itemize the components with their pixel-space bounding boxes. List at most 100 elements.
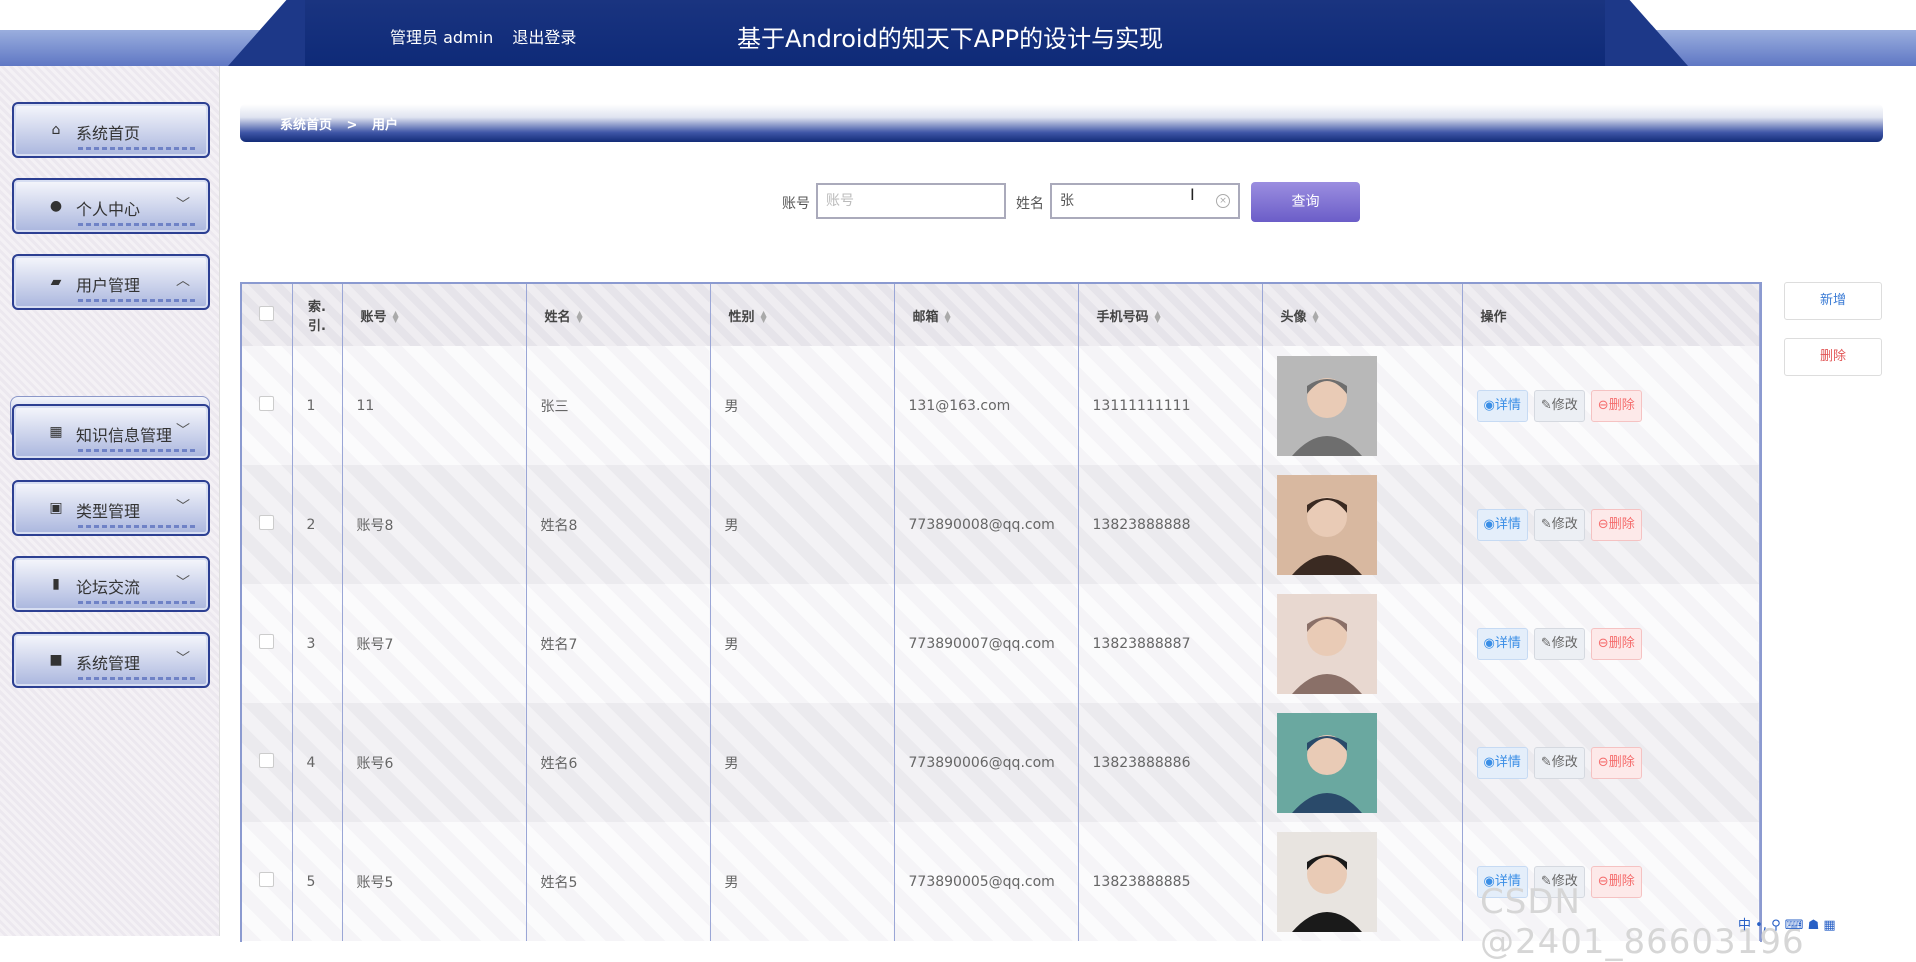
ime-tray: 中 •, ⚲ ⌨ ☗ ▦ [1738,918,1836,933]
detail-button[interactable]: ◉详情 [1476,508,1528,541]
sidebar: ⌂ 系统首页 ● 个人中心 ﹀ ▰ 用户管理 ︿ 用户 ▦ 知识信息管理 ﹀ ▣… [0,66,220,936]
actions-header-label: 操作 [1480,309,1507,325]
delete-button[interactable]: ⊖删除 [1590,746,1642,779]
sort-icon[interactable]: ▲ ▼ [945,310,951,324]
account-search-input[interactable]: 账号 [816,183,1006,219]
delete-button[interactable]: ⊖删除 [1590,627,1642,660]
name-cell: 张三 [526,346,711,465]
sidebar-item-label: 系统管理 [76,654,141,673]
table-row: 1 11 张三男 131@163.com 13111111111 ◉详情 ✎修改 ⊖删除 [242,346,1760,465]
avatar-cell [1262,346,1463,465]
chevron-down-icon: ﹀ [176,651,190,667]
batch-delete-button[interactable]: 删除 [1784,338,1882,376]
avatar-cell [1262,703,1463,822]
clear-icon[interactable]: × [1216,194,1230,208]
breadcrumb-home[interactable]: 系统首页 [280,118,332,133]
text-cursor-icon: I [1190,185,1195,204]
sort-icon[interactable]: ▲ ▼ [761,310,767,324]
edit-label: 修改 [1551,397,1578,413]
menu-decoration [78,601,198,604]
delete-label: 删除 [1608,397,1635,413]
delete-button[interactable]: ⊖删除 [1590,389,1642,422]
avatar-image [1276,593,1377,694]
sort-icon[interactable]: ▲ ▼ [393,310,399,324]
detail-button[interactable]: ◉详情 [1476,627,1528,660]
account-header-label: 账号 [360,309,387,325]
row-select-cell [242,703,293,822]
detail-button[interactable]: ◉详情 [1476,389,1528,422]
row-checkbox[interactable] [259,634,275,649]
email-header[interactable]: 邮箱 ▲ ▼ [894,284,1079,346]
sidebar-item-knowledge-management[interactable]: ▦ 知识信息管理 ﹀ [12,404,210,460]
phone-cell: 13823888886 [1078,703,1263,822]
edit-button[interactable]: ✎修改 [1533,389,1585,422]
actions-cell: ◉详情 ✎修改 ⊖删除 [1462,703,1760,822]
edit-button[interactable]: ✎修改 [1533,746,1585,779]
sidebar-item-personal-center[interactable]: ● 个人中心 ﹀ [12,178,210,234]
gender-cell: 男 [710,346,895,465]
chevron-down-icon: ﹀ [176,197,190,213]
sort-icon[interactable]: ▲ ▼ [1313,310,1319,324]
csdn-watermark: CSDN @2401_86603196 [1480,882,1805,962]
account-cell: 账号8 [342,465,527,584]
gender-header-label: 性别 [728,309,755,325]
name-search-input[interactable]: 张 × [1050,183,1240,219]
index-header-line2: 引. [308,319,326,334]
sidebar-item-user-management[interactable]: ▰ 用户管理 ︿ [12,254,210,310]
sidebar-item-system-management[interactable]: ■ 系统管理 ﹀ [12,632,210,688]
breadcrumb-separator: > [346,118,358,133]
delete-button[interactable]: ⊖删除 [1590,508,1642,541]
avatar-header-label: 头像 [1280,309,1307,325]
email-cell: 773890005@qq.com [894,822,1079,941]
avatar-image [1276,831,1377,932]
sidebar-item-label: 用户管理 [76,276,141,295]
detail-button[interactable]: ◉详情 [1476,746,1528,779]
sidebar-item-type-management[interactable]: ▣ 类型管理 ﹀ [12,480,210,536]
avatar-cell [1262,822,1463,941]
name-cell: 姓名8 [526,465,711,584]
row-checkbox[interactable] [259,396,275,411]
menu-decoration [78,299,198,302]
select-all-checkbox[interactable] [259,305,275,321]
delete-label: 删除 [1608,516,1635,532]
sort-icon[interactable]: ▲ ▼ [577,310,583,324]
add-button[interactable]: 新增 [1784,282,1882,320]
actions-cell: ◉详情 ✎修改 ⊖删除 [1462,346,1760,465]
sidebar-item-label: 类型管理 [76,502,141,521]
account-cell: 账号5 [342,822,527,941]
gender-cell: 男 [710,703,895,822]
avatar-header[interactable]: 头像 ▲ ▼ [1262,284,1463,346]
row-checkbox[interactable] [259,753,275,768]
avatar-image [1276,355,1377,456]
name-header-label: 姓名 [544,309,571,325]
grid-icon: ▦ [49,424,63,440]
email-cell: 773890008@qq.com [894,465,1079,584]
logout-link[interactable]: 退出登录 [512,28,576,47]
index-cell: 1 [292,346,343,465]
index-cell: 5 [292,822,343,941]
edit-button[interactable]: ✎修改 [1533,508,1585,541]
edit-button[interactable]: ✎修改 [1533,627,1585,660]
gender-header[interactable]: 性别 ▲ ▼ [710,284,895,346]
account-header[interactable]: 账号 ▲ ▼ [342,284,527,346]
avatar-cell [1262,465,1463,584]
chevron-down-icon: ﹀ [176,499,190,515]
name-cell: 姓名6 [526,703,711,822]
name-header[interactable]: 姓名 ▲ ▼ [526,284,711,346]
sidebar-item-forum[interactable]: ▮ 论坛交流 ﹀ [12,556,210,612]
row-select-cell [242,346,293,465]
chevron-down-icon: ﹀ [176,423,190,439]
user-icon: ● [49,198,63,214]
sort-icon[interactable]: ▲ ▼ [1155,310,1161,324]
row-checkbox[interactable] [259,515,275,530]
chevron-down-icon: ﹀ [176,575,190,591]
sidebar-item-home[interactable]: ⌂ 系统首页 [12,102,210,158]
app-title: 基于Android的知天下APP的设计与实现 [737,25,1164,53]
actions-cell: ◉详情 ✎修改 ⊖删除 [1462,465,1760,584]
row-select-cell [242,465,293,584]
table-row: 3 账号7 姓名7 男 773890007@qq.com 13823888887 ◉详情 ✎修… [242,584,1760,703]
email-cell: 773890007@qq.com [894,584,1079,703]
row-checkbox[interactable] [259,872,275,887]
search-button[interactable]: 查询 [1251,182,1360,222]
phone-header[interactable]: 手机号码 ▲ ▼ [1078,284,1263,346]
